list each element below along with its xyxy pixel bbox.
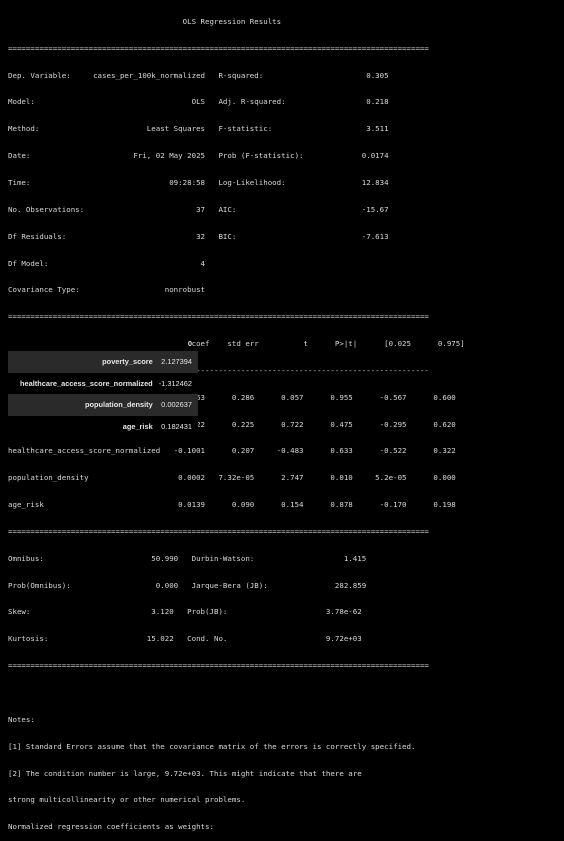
- row-value: 0.182431: [161, 421, 192, 431]
- notes-heading: Notes:: [8, 715, 35, 724]
- summary-line: Method: Least Squares F-statistic: 3.511: [8, 125, 389, 134]
- diagnostic-line: Kurtosis: 15.022 Cond. No. 9.72e+03: [8, 635, 362, 644]
- table-row: healthcare_access_score_normalized -1.31…: [8, 372, 198, 394]
- summary-line: Dep. Variable: cases_per_100k_normalized…: [8, 71, 389, 80]
- separator-line: ========================================…: [8, 44, 429, 53]
- weights-table: 0 poverty_score 2.127394 healthcare_acce…: [8, 335, 198, 437]
- row-value: 2.127394: [161, 357, 192, 367]
- table-row: poverty_score 2.127394: [8, 351, 198, 373]
- row-label: healthcare_access_score_normalized: [20, 378, 153, 388]
- coef-row: age_risk 0.0139 0.090 0.154 0.878 -0.170…: [8, 501, 456, 510]
- row-value: 0.002637: [161, 400, 192, 410]
- row-label: age_risk: [122, 421, 153, 431]
- table-row: age_risk 0.182431: [8, 415, 198, 437]
- summary-line: Time: 09:28:58 Log-Likelihood: 12.834: [8, 178, 389, 187]
- weights-caption: Normalized regression coefficients as we…: [8, 823, 214, 832]
- separator-line: ========================================…: [8, 313, 429, 322]
- summary-line: No. Observations: 37 AIC: -15.67: [8, 205, 389, 214]
- summary-line: Df Residuals: 32 BIC: -7.613: [8, 232, 389, 241]
- row-value: -1.312462: [158, 378, 192, 388]
- note-line: [2] The condition number is large, 9.72e…: [8, 769, 362, 778]
- weights-table-header: 0: [8, 335, 198, 351]
- index-header-cell: [8, 335, 159, 351]
- diagnostic-line: Omnibus: 50.990 Durbin-Watson: 1.415: [8, 554, 367, 563]
- coef-row: healthcare_access_score_normalized -0.10…: [8, 447, 456, 456]
- table-row: population_density 0.002637: [8, 394, 198, 416]
- summary-line: Df Model: 4: [8, 259, 206, 268]
- summary-line: Covariance Type: nonrobust: [8, 286, 206, 295]
- separator-line: ========================================…: [8, 662, 429, 671]
- summary-line: Model: OLS Adj. R-squared: 0.218: [8, 98, 389, 107]
- column-header: 0: [187, 338, 192, 348]
- note-line: [1] Standard Errors assume that the cova…: [8, 742, 416, 751]
- diagnostic-line: Skew: 3.120 Prob(JB): 3.78e-62: [8, 608, 362, 617]
- separator-line: ========================================…: [8, 527, 429, 536]
- note-line: strong multicollinearity or other numeri…: [8, 796, 246, 805]
- ols-title: OLS Regression Results: [8, 17, 461, 26]
- row-label: population_density: [84, 400, 153, 410]
- row-label: poverty_score: [102, 357, 153, 367]
- summary-line: Date: Fri, 02 May 2025 Prob (F-statistic…: [8, 152, 389, 161]
- coef-row: population_density 0.0002 7.32e-05 2.747…: [8, 474, 456, 483]
- diagnostic-line: Prob(Omnibus): 0.000 Jarque-Bera (JB): 2…: [8, 581, 367, 590]
